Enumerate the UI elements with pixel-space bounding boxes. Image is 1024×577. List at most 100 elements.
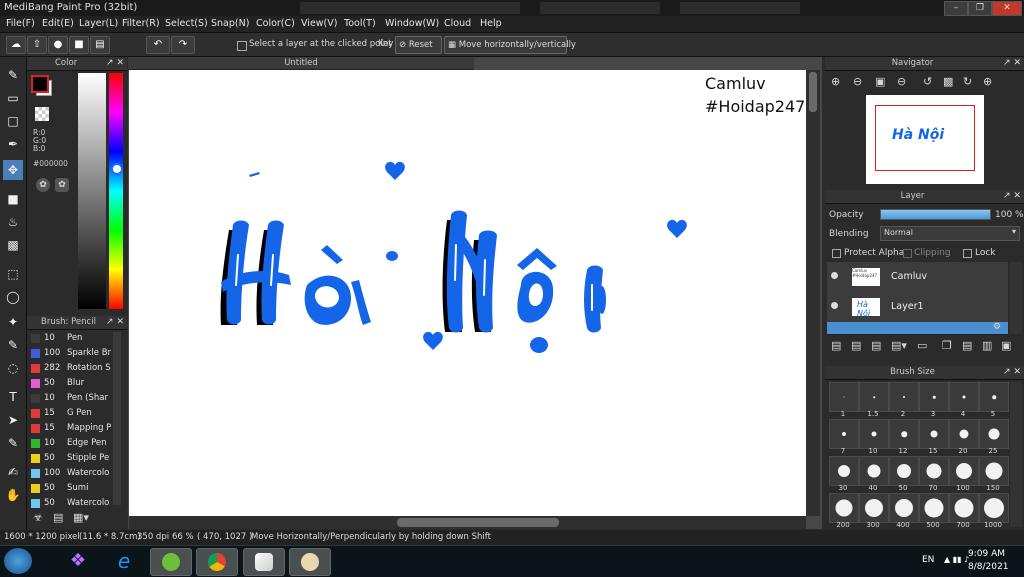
gradient-tool-icon[interactable]: ▩ (3, 235, 23, 255)
select-layer-checkbox[interactable] (237, 41, 247, 51)
brush-size-option[interactable] (859, 382, 889, 412)
menu-filter[interactable]: Filter(R) (122, 18, 160, 29)
cloud-icon[interactable]: ☁ (6, 36, 26, 54)
brush-item[interactable]: 100 Sparkle Br (29, 346, 123, 361)
start-button[interactable] (4, 548, 32, 574)
eye-icon[interactable] (831, 302, 838, 309)
redo-icon[interactable]: ↷ (171, 36, 195, 54)
brush-tool-icon[interactable]: ✎ (3, 65, 23, 85)
operation-tool-icon[interactable]: ➤ (3, 410, 23, 430)
horizontal-scroll-thumb[interactable] (397, 518, 559, 527)
move-tool-icon[interactable]: ✥ (3, 160, 23, 180)
hue-slider[interactable] (109, 73, 123, 309)
visual-studio-icon[interactable]: ❖ (58, 548, 98, 574)
menu-color[interactable]: Color(C) (256, 18, 295, 29)
brush-item[interactable]: 50 Stipple Pe (29, 451, 123, 466)
zoom-in-icon[interactable]: ⊕ (831, 75, 840, 88)
brush-size-option[interactable] (949, 382, 979, 412)
brush-item[interactable]: 282 Rotation S (29, 361, 123, 376)
new-halftone-layer-icon[interactable]: ▤ (851, 339, 861, 352)
layer-menu-icon[interactable]: ▤▾ (891, 339, 907, 352)
magic-wand-icon[interactable]: ✦ (3, 312, 23, 332)
brush-item[interactable]: 50 Watercolo (29, 496, 123, 511)
zoom-minus-icon[interactable]: ⊖ (897, 75, 906, 88)
folder-icon[interactable]: ▭ (917, 339, 927, 352)
brush-size-scrollbar[interactable] (1010, 382, 1022, 527)
canvas[interactable]: Camluv #Hoidap247 (129, 70, 806, 516)
add-brush-icon[interactable]: ☣ (33, 511, 43, 524)
brush-size-option[interactable] (859, 493, 889, 523)
pen-tool-icon[interactable]: ✒ (3, 134, 23, 154)
comment-icon[interactable]: ● (48, 36, 68, 54)
canvas-tab[interactable]: Untitled (128, 57, 474, 70)
page-icon[interactable]: ▤ (90, 36, 110, 54)
gear-icon[interactable]: ⚙ (993, 322, 1001, 332)
minimize-button[interactable]: – (944, 1, 968, 16)
brush-item[interactable]: 50 Blur (29, 376, 123, 391)
brush-size-option[interactable] (979, 456, 1009, 486)
brush-item[interactable]: 100 Watercolo (29, 466, 123, 481)
brush-size-option[interactable] (829, 382, 859, 412)
clock-time[interactable]: 9:09 AM (968, 549, 1005, 559)
bucket-tool-icon[interactable]: ♨ (3, 212, 23, 232)
brush-size-option[interactable] (829, 419, 859, 449)
language-indicator[interactable]: EN (922, 555, 934, 565)
brush-menu-icon[interactable]: ▦▾ (73, 511, 89, 524)
menu-file[interactable]: File(F) (6, 18, 35, 29)
menu-snap[interactable]: Snap(N) (211, 18, 249, 29)
menu-cloud[interactable]: Cloud (444, 18, 471, 29)
reset-button[interactable]: ⊘ Reset (395, 36, 442, 54)
clock-date[interactable]: 8/8/2021 (968, 562, 1008, 572)
hue-handle[interactable] (111, 163, 123, 175)
panel-controls-icon[interactable]: ↗ ✕ (1003, 190, 1021, 203)
panel-controls-icon[interactable]: ↗ ✕ (1003, 366, 1021, 379)
brush-size-option[interactable] (979, 419, 1009, 449)
fit-icon[interactable]: ▣ (875, 75, 885, 88)
brush-size-option[interactable] (889, 456, 919, 486)
menu-select[interactable]: Select(S) (165, 18, 208, 29)
new-layer-icon[interactable]: ▤ (831, 339, 841, 352)
brush-size-option[interactable] (889, 419, 919, 449)
brush-item[interactable]: 15 G Pen (29, 406, 123, 421)
layer-row-selected[interactable]: ⚙ (827, 322, 1008, 335)
text-tool-icon[interactable]: T (3, 387, 23, 407)
layer-row[interactable]: Camluv #Hoidap247 Camluv (827, 262, 1008, 293)
foreground-color-swatch[interactable] (31, 75, 49, 93)
menu-help[interactable]: Help (480, 18, 502, 29)
brush-size-option[interactable] (859, 456, 889, 486)
blending-select[interactable]: Normal ▾ (880, 226, 1020, 241)
layer-row[interactable]: Hà Nội Layer1 (827, 292, 1008, 323)
brush-list-scrollbar[interactable] (113, 332, 121, 505)
panel-controls-icon[interactable]: ↗ ✕ (106, 316, 124, 329)
brush-size-option[interactable] (919, 493, 949, 523)
menu-edit[interactable]: Edit(E) (42, 18, 74, 29)
brush-item[interactable]: 10 Pen (Shar (29, 391, 123, 406)
panel-controls-icon[interactable]: ↗ ✕ (106, 57, 124, 70)
lock-checkbox[interactable] (963, 249, 972, 258)
brush-item[interactable]: 10 Pen (29, 331, 123, 346)
brush-size-option[interactable] (949, 493, 979, 523)
panel-controls-icon[interactable]: ↗ ✕ (1003, 57, 1021, 70)
select-eraser-icon[interactable]: ◌ (3, 358, 23, 378)
rotate-right-icon[interactable]: ↻ (963, 75, 972, 88)
taskbar-chrome[interactable] (196, 548, 238, 576)
ie-icon[interactable]: e (104, 548, 144, 574)
opacity-slider[interactable] (880, 209, 991, 220)
eye-icon[interactable] (831, 272, 838, 279)
layer-settings-icon[interactable]: ▥ (982, 339, 992, 352)
fill-rect-tool-icon[interactable]: ■ (3, 189, 23, 209)
brush-size-option[interactable] (979, 493, 1009, 523)
palette-settings-icon[interactable]: ✿ (55, 178, 69, 192)
lasso-tool-icon[interactable]: ◯ (3, 287, 23, 307)
brush-size-option[interactable] (829, 456, 859, 486)
chat-icon[interactable]: ■ (69, 36, 89, 54)
layer-list-scrollbar[interactable] (1010, 262, 1022, 334)
menu-window[interactable]: Window(W) (385, 18, 439, 29)
close-button[interactable]: ✕ (992, 1, 1022, 16)
palette-icon[interactable]: ✿ (36, 178, 50, 192)
rotate-left-icon[interactable]: ↺ (923, 75, 932, 88)
menu-tool[interactable]: Tool(T) (344, 18, 376, 29)
move-hv-button[interactable]: ▦ Move horizontally/vertically (444, 36, 576, 54)
brush-item[interactable]: 10 Edge Pen (29, 436, 123, 451)
eyedropper-tool-icon[interactable]: ✎ (3, 433, 23, 453)
